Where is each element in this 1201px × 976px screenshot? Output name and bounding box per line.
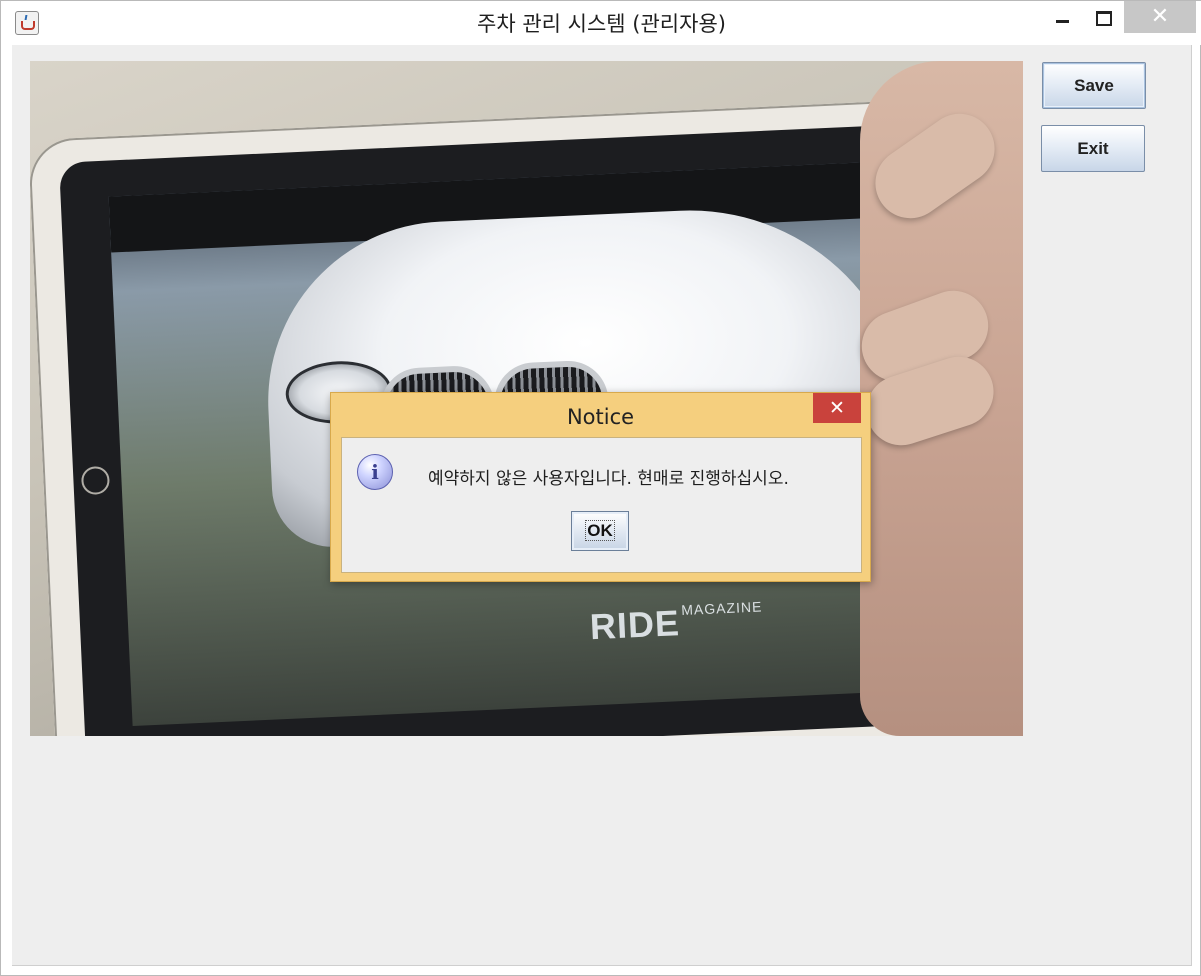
ok-button[interactable]: OK [571,511,629,551]
main-window: 주차 관리 시스템 (관리자용) ✕ RIDEMAGAZINE Save Exi… [0,0,1201,976]
close-window-button[interactable]: ✕ [1124,1,1196,33]
magazine-logo-text: RIDE [588,602,681,648]
title-bar[interactable]: 주차 관리 시스템 (관리자용) ✕ [1,1,1201,45]
exit-button[interactable]: Exit [1041,125,1145,172]
info-icon-glyph: i [371,460,379,484]
magazine-logo-subtext: MAGAZINE [680,598,763,619]
close-icon: ✕ [829,397,845,419]
dialog-message: 예약하지 않은 사용자입니다. 현매로 진행하십시오. [428,469,789,489]
minimize-button[interactable] [1041,1,1085,35]
info-icon: i [357,454,393,490]
magazine-watermark: RIDEMAGAZINE [589,596,821,656]
dialog-body: i 예약하지 않은 사용자입니다. 현매로 진행하십시오. OK [341,437,862,573]
save-button[interactable]: Save [1042,62,1146,109]
window-title: 주차 관리 시스템 (관리자용) [477,12,726,36]
dialog-title: Notice [566,405,635,429]
maximize-button[interactable] [1081,1,1125,35]
tablet-home-button [80,465,111,496]
ok-button-label: OK [585,520,615,541]
close-icon: ✕ [1150,4,1170,29]
dialog-close-button[interactable]: ✕ [813,393,861,423]
notice-dialog: Notice ✕ i 예약하지 않은 사용자입니다. 현매로 진행하십시오. O… [330,392,871,582]
